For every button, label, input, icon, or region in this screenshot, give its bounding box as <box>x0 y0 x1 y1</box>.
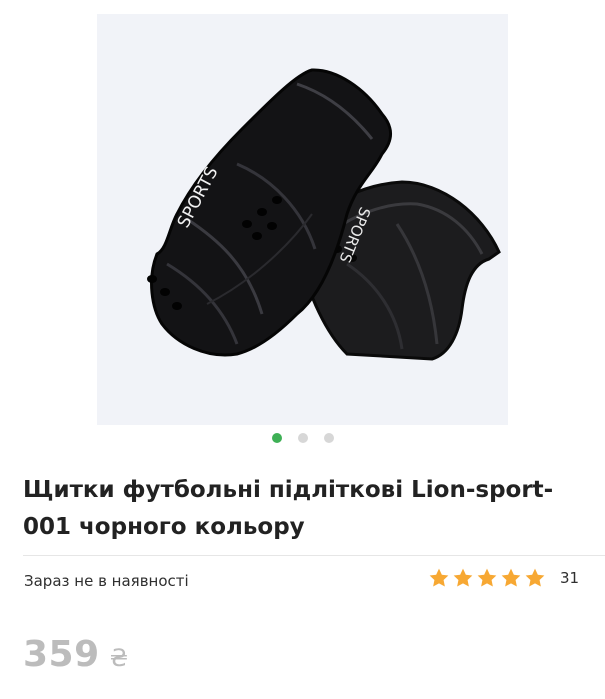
gallery-dot-2[interactable] <box>297 433 308 443</box>
gallery-pagination <box>0 433 605 443</box>
divider <box>23 555 605 556</box>
product-image: SPORTS SPORTS <box>147 68 501 361</box>
product-image-gallery[interactable]: SPORTS SPORTS <box>97 14 508 425</box>
star-icon <box>453 568 473 587</box>
gallery-dot-3[interactable] <box>323 433 334 443</box>
price-value: 359 <box>23 634 100 675</box>
product-rating[interactable]: 31 <box>428 567 579 589</box>
star-icon <box>477 568 497 587</box>
gallery-dot-1[interactable] <box>271 433 282 443</box>
product-page: SPORTS SPORTS Щитки футбольні підліткові… <box>0 0 605 699</box>
price-currency: ₴ <box>109 644 129 672</box>
availability-status: Зараз не в наявності <box>24 572 189 590</box>
product-title: Щитки футбольні підліткові Lion-sport-00… <box>23 477 554 540</box>
star-icon <box>501 568 521 587</box>
rating-stars <box>428 567 546 589</box>
product-price: 359 ₴ <box>23 634 128 675</box>
reviews-count[interactable]: 31 <box>560 569 579 587</box>
star-icon <box>429 568 449 587</box>
star-icon <box>525 568 545 587</box>
